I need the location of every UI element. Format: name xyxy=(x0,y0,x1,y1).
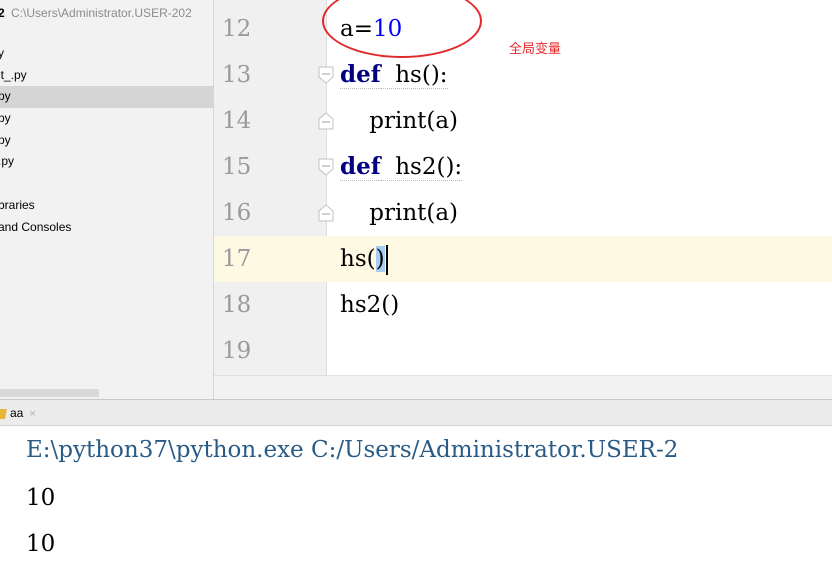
run-tab-label: aa xyxy=(10,406,24,420)
sidebar-scrollbar[interactable] xyxy=(0,389,99,397)
fold-collapse-icon[interactable] xyxy=(317,66,335,84)
code-call: hs( xyxy=(340,246,376,272)
text-caret xyxy=(385,245,388,275)
code-function-def: hs(): xyxy=(380,62,448,89)
fold-end-icon[interactable] xyxy=(317,112,335,130)
code-keyword: def xyxy=(340,61,381,89)
code-line[interactable]: 19 xyxy=(214,328,832,374)
line-number: 16 xyxy=(222,200,252,226)
line-number: 19 xyxy=(222,338,252,364)
matched-paren-highlight: ) xyxy=(375,246,385,272)
code-text[interactable]: hs2() xyxy=(340,282,399,328)
line-number: 17 xyxy=(222,246,252,272)
line-number: 14 xyxy=(222,108,252,134)
run-console-output[interactable]: E:\python37\python.exe C:/Users/Administ… xyxy=(0,426,832,573)
tree-file-item[interactable]: py xyxy=(0,108,213,130)
project-tree: y it_.py py py py .py braries and Consol… xyxy=(0,43,213,238)
code-editor[interactable]: 12 a=10 13 def hs(): 14 print(a) 15 def … xyxy=(214,0,832,400)
code-text[interactable]: print(a) xyxy=(340,98,458,144)
code-text[interactable]: print(a) xyxy=(340,190,458,236)
line-number: 13 xyxy=(222,62,252,88)
tree-scratches-consoles[interactable]: and Consoles xyxy=(0,217,213,239)
code-line[interactable]: 14 print(a) xyxy=(214,98,832,144)
console-command-line: E:\python37\python.exe C:/Users/Administ… xyxy=(26,437,679,463)
line-number: 12 xyxy=(222,16,252,42)
console-output-line: 10 xyxy=(26,485,56,511)
project-panel: 2 C:\Users\Administrator.USER-202 y it_.… xyxy=(0,0,214,399)
python-run-icon xyxy=(0,408,7,419)
code-line[interactable]: 15 def hs2(): xyxy=(214,144,832,190)
tree-file-item[interactable]: py xyxy=(0,130,213,152)
code-text[interactable]: def hs2(): xyxy=(340,144,463,190)
editor-horizontal-scroll-area[interactable] xyxy=(214,375,832,400)
annotation-label: 全局变量 xyxy=(509,42,562,57)
code-line[interactable]: 13 def hs(): xyxy=(214,52,832,98)
project-root-path: C:\Users\Administrator.USER-202 xyxy=(11,6,192,20)
tree-file-item-selected[interactable]: py xyxy=(0,86,213,109)
code-line[interactable]: 16 print(a) xyxy=(214,190,832,236)
line-number: 18 xyxy=(222,292,252,318)
code-function-def: hs2(): xyxy=(380,154,463,181)
tree-external-libraries[interactable]: braries xyxy=(0,195,213,217)
project-root-number: 2 xyxy=(0,6,5,20)
run-tab-bar: aa × xyxy=(0,399,832,426)
line-number: 15 xyxy=(222,154,252,180)
run-tab-aa[interactable]: aa × xyxy=(0,400,36,426)
code-text[interactable]: def hs(): xyxy=(340,52,448,98)
fold-collapse-icon[interactable] xyxy=(317,158,335,176)
code-line[interactable]: 18 hs2() xyxy=(214,282,832,328)
tree-file-item[interactable]: .py xyxy=(0,151,213,173)
tree-file-item[interactable]: y xyxy=(0,43,213,65)
fold-end-icon[interactable] xyxy=(317,204,335,222)
code-line-current[interactable]: 17 hs() xyxy=(214,236,832,282)
code-text[interactable]: hs() xyxy=(340,236,388,282)
project-root[interactable]: 2 C:\Users\Administrator.USER-202 xyxy=(0,4,192,22)
tree-file-item[interactable]: it_.py xyxy=(0,65,213,87)
close-icon[interactable]: × xyxy=(29,408,35,420)
console-output-line: 10 xyxy=(26,531,56,557)
code-keyword: def xyxy=(340,153,381,181)
